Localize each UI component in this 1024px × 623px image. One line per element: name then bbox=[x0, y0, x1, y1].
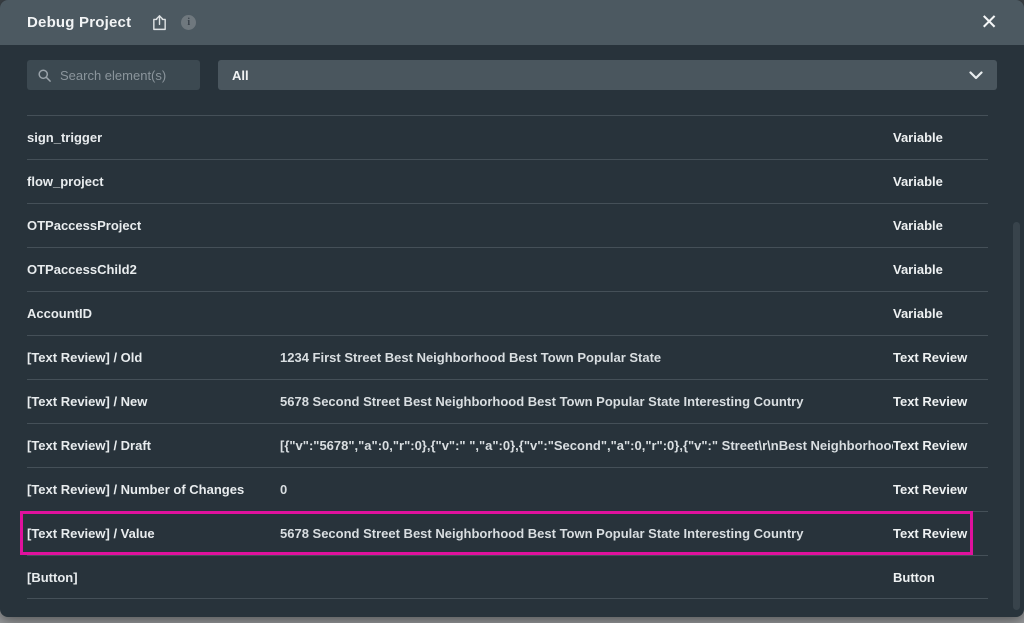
element-type: Variable bbox=[893, 174, 988, 189]
element-type: Variable bbox=[893, 262, 988, 277]
filter-bar: All bbox=[27, 60, 997, 90]
modal-title: Debug Project bbox=[27, 14, 131, 31]
element-type: Text Review bbox=[893, 526, 988, 541]
table-row[interactable]: [Text Review] / New 5678 Second Street B… bbox=[27, 379, 988, 423]
table-row[interactable]: [Text Review] / Value 5678 Second Street… bbox=[27, 511, 988, 555]
search-input[interactable] bbox=[60, 68, 190, 83]
element-type: Variable bbox=[893, 130, 988, 145]
element-type: Button bbox=[893, 570, 988, 585]
element-value: 0 bbox=[280, 482, 893, 497]
table-row[interactable]: flow_project Variable bbox=[27, 159, 988, 203]
table-row[interactable]: sign_trigger Variable bbox=[27, 115, 988, 159]
element-name: OTPaccessChild2 bbox=[27, 262, 280, 277]
element-name: [Text Review] / Old bbox=[27, 350, 280, 365]
table-row[interactable]: [Text Review] / Number of Changes 0 Text… bbox=[27, 467, 988, 511]
element-name: [Text Review] / New bbox=[27, 394, 280, 409]
element-type: Variable bbox=[893, 218, 988, 233]
table-row[interactable]: OTPaccessChild2 Variable bbox=[27, 247, 988, 291]
share-export-icon bbox=[151, 14, 168, 32]
element-type: Text Review bbox=[893, 482, 988, 497]
debug-project-modal: Debug Project i ✕ All bbox=[0, 0, 1024, 617]
info-icon: i bbox=[181, 15, 196, 30]
element-name: OTPaccessProject bbox=[27, 218, 280, 233]
chevron-down-icon bbox=[969, 71, 983, 80]
element-value: 5678 Second Street Best Neighborhood Bes… bbox=[280, 394, 893, 409]
type-filter-value: All bbox=[232, 68, 249, 83]
table-row[interactable]: [Button] Button bbox=[27, 555, 988, 599]
table-row[interactable]: [Text Review] / Draft [{"v":"5678","a":0… bbox=[27, 423, 988, 467]
element-type: Text Review bbox=[893, 394, 988, 409]
type-filter-dropdown[interactable]: All bbox=[218, 60, 997, 90]
element-value: 5678 Second Street Best Neighborhood Bes… bbox=[280, 526, 893, 541]
table-row[interactable]: [Text Review] / Old 1234 First Street Be… bbox=[27, 335, 988, 379]
element-type: Text Review bbox=[893, 350, 988, 365]
element-type: Variable bbox=[893, 306, 988, 321]
element-name: sign_trigger bbox=[27, 130, 280, 145]
element-name: flow_project bbox=[27, 174, 280, 189]
modal-header: Debug Project i ✕ bbox=[0, 0, 1024, 45]
table-row[interactable]: OTPaccessProject Variable bbox=[27, 203, 988, 247]
close-icon[interactable]: ✕ bbox=[974, 10, 1004, 35]
table-row[interactable]: AccountID Variable bbox=[27, 291, 988, 335]
element-type: Text Review bbox=[893, 438, 988, 453]
element-list: sign_trigger Variable flow_project Varia… bbox=[27, 115, 988, 599]
element-name: [Text Review] / Draft bbox=[27, 438, 280, 453]
search-box[interactable] bbox=[27, 60, 200, 90]
info-button[interactable]: i bbox=[181, 15, 196, 30]
scrollbar[interactable] bbox=[1013, 222, 1020, 610]
element-name: AccountID bbox=[27, 306, 280, 321]
element-value: [{"v":"5678","a":0,"r":0},{"v":" ","a":0… bbox=[280, 438, 893, 453]
element-value: 1234 First Street Best Neighborhood Best… bbox=[280, 350, 893, 365]
search-icon bbox=[37, 68, 52, 83]
share-export-button[interactable] bbox=[151, 14, 168, 32]
element-name: [Button] bbox=[27, 570, 280, 585]
element-name: [Text Review] / Number of Changes bbox=[27, 482, 280, 497]
element-name: [Text Review] / Value bbox=[27, 526, 280, 541]
